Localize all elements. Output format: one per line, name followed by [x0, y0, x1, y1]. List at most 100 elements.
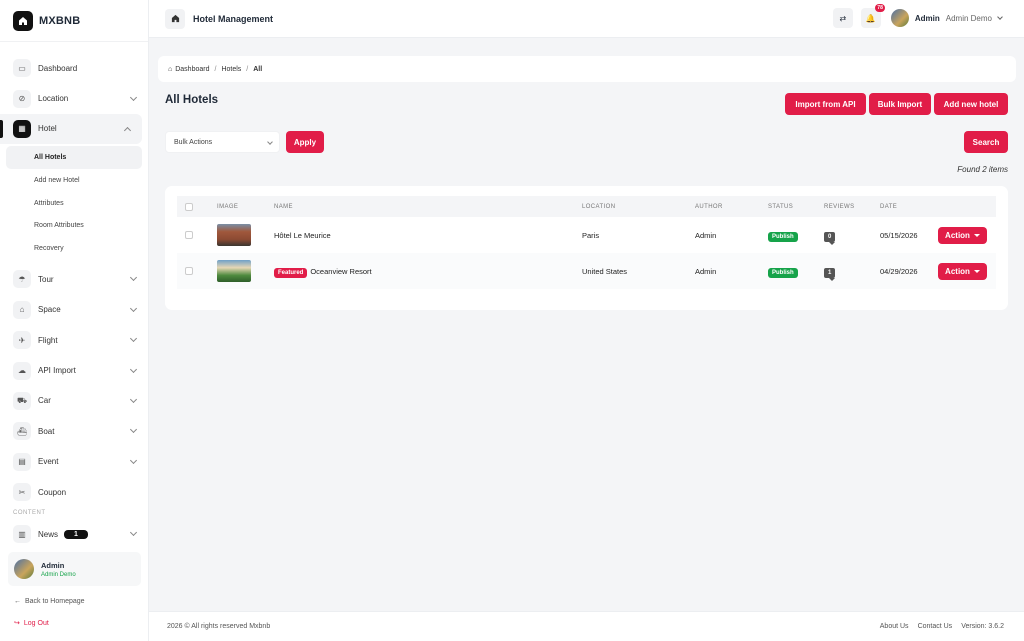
featured-badge: Featured: [274, 267, 308, 278]
chevron-down-icon: [129, 529, 138, 537]
hotel-name[interactable]: Oceanview Resort: [310, 267, 371, 276]
table-row: Featured Oceanview Resort United States A…: [177, 253, 996, 289]
sidebar-item-label: Space: [38, 305, 61, 315]
building-icon: ▦: [13, 119, 31, 138]
brand[interactable]: MXBNB: [0, 0, 148, 42]
sidebar-item-space[interactable]: ⌂ Space: [0, 295, 148, 325]
action-dropdown-button[interactable]: Action: [938, 226, 987, 244]
news-count-badge: 1: [64, 529, 88, 539]
sidebar-item-car[interactable]: ⛟ Car: [0, 386, 148, 416]
sidebar-item-flight[interactable]: ✈ Flight: [0, 325, 148, 355]
row-checkbox[interactable]: [185, 267, 193, 275]
hotel-thumbnail[interactable]: [217, 260, 251, 282]
sidebar-item-coupon[interactable]: ✂ Coupon: [0, 477, 148, 507]
apply-button[interactable]: Apply: [286, 131, 324, 153]
language-button[interactable]: ⇄: [832, 8, 853, 28]
row-checkbox[interactable]: [185, 231, 193, 239]
compass-icon: ⊘: [13, 89, 31, 108]
chevron-down-icon: [129, 304, 138, 312]
hotel-author: Admin: [695, 230, 717, 240]
sidebar-menu: ▭ Dashboard ⊘ Location ▦ Hotel All Hotel…: [0, 42, 148, 550]
footer-about-link[interactable]: About Us: [880, 623, 909, 630]
chevron-down-icon: [129, 365, 138, 373]
top-user-name[interactable]: Admin: [915, 14, 940, 23]
breadcrumb-current: All: [253, 65, 263, 73]
sidebar-item-api-import[interactable]: ☁ API Import: [0, 355, 148, 385]
reviews-badge: 1: [824, 267, 836, 278]
home-button[interactable]: [165, 8, 185, 29]
chevron-down-icon[interactable]: [997, 13, 1003, 20]
column-header-reviews: REVIEWS: [824, 203, 855, 210]
action-label: Action: [945, 230, 970, 240]
cloud-download-icon: ☁: [13, 361, 31, 380]
search-button[interactable]: Search: [964, 131, 1008, 153]
sidebar-user-card[interactable]: Admin Admin Demo: [8, 552, 141, 586]
sidebar-item-label: Dashboard: [38, 63, 78, 73]
breadcrumb-hotels[interactable]: Hotels: [221, 66, 241, 73]
breadcrumb-dashboard[interactable]: Dashboard: [175, 66, 209, 73]
sidebar-item-label: Flight: [38, 335, 58, 345]
home-logo-icon: [13, 10, 33, 31]
sidebar-item-hotel[interactable]: ▦ Hotel: [0, 113, 142, 145]
import-from-api-button[interactable]: Import from API: [785, 93, 866, 115]
results-count: Found 2 items: [957, 165, 1008, 174]
submenu-add-new-hotel[interactable]: Add new Hotel: [0, 169, 148, 192]
hotel-location: Paris: [582, 230, 600, 240]
breadcrumb: ⌂ Dashboard / Hotels / All: [158, 56, 1016, 82]
submenu-recovery[interactable]: Recovery: [0, 237, 148, 260]
sidebar-item-label: Location: [38, 94, 69, 104]
submenu-attributes[interactable]: Attributes: [0, 192, 148, 215]
column-header-date[interactable]: DATE: [880, 196, 938, 217]
column-header-author: AUTHOR: [695, 203, 723, 210]
sidebar-item-event[interactable]: ▤ Event: [0, 447, 148, 477]
hotel-date: 04/29/2026: [880, 266, 918, 276]
chevron-down-icon: [129, 274, 138, 282]
footer-contact-link[interactable]: Contact Us: [918, 623, 953, 630]
brand-name: MXBNB: [39, 14, 81, 27]
logout-icon: ↪: [14, 620, 20, 627]
sidebar-item-dashboard[interactable]: ▭ Dashboard: [0, 53, 148, 83]
ship-icon: ⛴: [13, 422, 31, 441]
top-user-display[interactable]: Admin Demo: [946, 14, 992, 23]
umbrella-icon: ☂: [13, 270, 31, 289]
submenu-all-hotels[interactable]: All Hotels: [6, 146, 142, 169]
hotel-thumbnail[interactable]: [217, 224, 251, 246]
add-new-hotel-button[interactable]: Add new hotel: [934, 93, 1008, 115]
hotel-name[interactable]: Hôtel Le Meurice: [274, 217, 582, 253]
breadcrumb-separator: /: [246, 65, 249, 73]
sidebar-item-location[interactable]: ⊘ Location: [0, 83, 148, 113]
bulk-actions-value: Bulk Actions: [174, 138, 213, 146]
back-to-homepage-link[interactable]: ← Back to Homepage: [14, 598, 85, 605]
hotels-table-card: IMAGE NAME LOCATION AUTHOR STATUS REVIEW…: [165, 186, 1008, 310]
sidebar-item-boat[interactable]: ⛴ Boat: [0, 416, 148, 446]
avatar[interactable]: [890, 9, 909, 27]
sidebar-item-news[interactable]: ▥ News 1: [0, 519, 148, 549]
select-all-checkbox[interactable]: [185, 202, 193, 211]
chevron-down-icon: [267, 139, 273, 145]
breadcrumb-separator: /: [214, 65, 217, 73]
sidebar-item-label: Coupon: [38, 487, 67, 497]
notification-count-badge: 78: [875, 4, 885, 12]
table-header-row: IMAGE NAME LOCATION AUTHOR STATUS REVIEW…: [177, 196, 996, 217]
version-text: Version: 3.6.2: [961, 623, 1004, 630]
notifications-button[interactable]: 🔔 78: [860, 4, 885, 28]
status-badge: Publish: [768, 231, 798, 242]
bulk-actions-select[interactable]: Bulk Actions: [165, 131, 280, 153]
hotel-location: United States: [582, 266, 628, 276]
user-role: Admin Demo: [41, 571, 76, 578]
column-header-name[interactable]: NAME: [274, 196, 582, 217]
hotel-submenu: All Hotels Add new Hotel Attributes Room…: [0, 144, 148, 264]
sidebar-item-label: API Import: [38, 366, 76, 376]
bulk-import-button[interactable]: Bulk Import: [869, 93, 931, 115]
logout-label: Log Out: [23, 619, 49, 627]
table-row: Hôtel Le Meurice Paris Admin Publish 0 0…: [177, 217, 996, 253]
hotel-date: 05/15/2026: [880, 230, 918, 240]
sidebar-item-tour[interactable]: ☂ Tour: [0, 264, 148, 294]
logout-link[interactable]: ↪ Log Out: [14, 619, 49, 628]
chevron-up-icon: [123, 126, 132, 135]
column-header-action: [938, 196, 996, 217]
chevron-down-icon: [129, 395, 138, 403]
action-dropdown-button[interactable]: Action: [938, 262, 987, 280]
sidebar-item-label: Event: [38, 457, 59, 467]
submenu-room-attributes[interactable]: Room Attributes: [0, 215, 148, 238]
